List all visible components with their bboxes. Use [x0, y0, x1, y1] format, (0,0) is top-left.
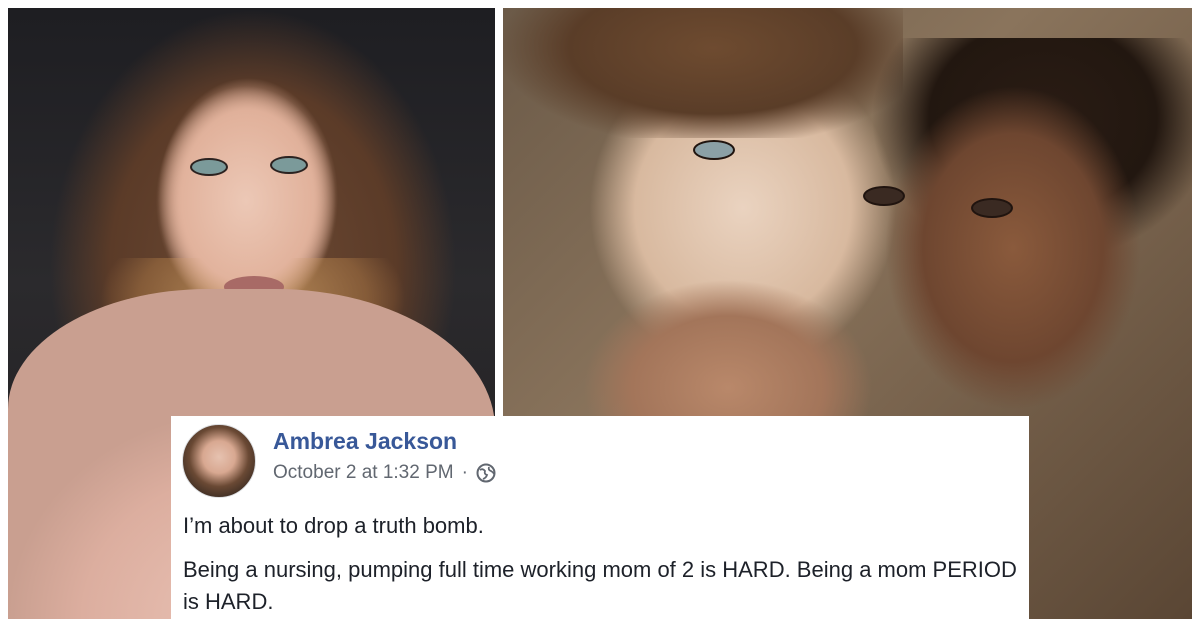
- author-name-link[interactable]: Ambrea Jackson: [273, 428, 457, 455]
- avatar[interactable]: [182, 424, 256, 498]
- post-paragraph: Being a nursing, pumping full time worki…: [183, 557, 1017, 614]
- meta-separator: ·: [461, 462, 468, 483]
- child-eye-right: [971, 198, 1013, 218]
- eye-right: [270, 156, 308, 174]
- post-body: I’m about to drop a truth bomb. Being a …: [183, 510, 1019, 630]
- post-meta: October 2 at 1:32 PM ·: [273, 462, 496, 484]
- mother-eye: [693, 140, 735, 160]
- facebook-post-card: Ambrea Jackson October 2 at 1:32 PM · I’…: [171, 416, 1029, 627]
- post-paragraph: I’m about to drop a truth bomb.: [183, 513, 484, 538]
- child-eye-left: [863, 186, 905, 206]
- globe-icon[interactable]: [476, 463, 496, 483]
- eye-left: [190, 158, 228, 176]
- post-timestamp[interactable]: October 2 at 1:32 PM: [273, 462, 454, 484]
